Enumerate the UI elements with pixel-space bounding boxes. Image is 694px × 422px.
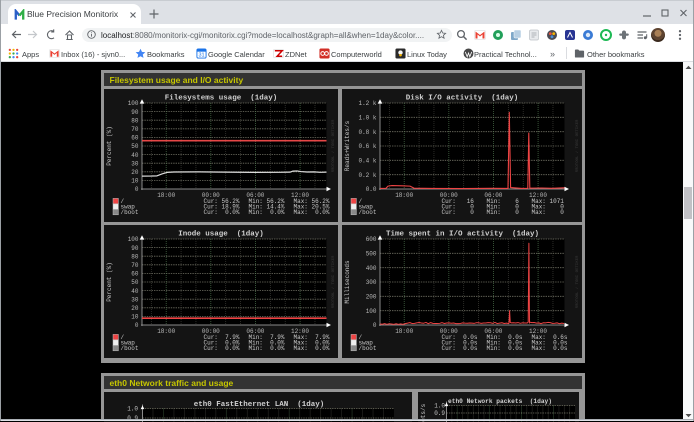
svg-text:18:00: 18:00 — [157, 192, 175, 199]
svg-text:Time spent in I/O activity (1: Time spent in I/O activity (1day) — [385, 231, 538, 239]
svg-text:80: 80 — [131, 117, 139, 124]
svg-text:Min: 0.0s: Min: 0.0s — [486, 345, 522, 352]
svg-text:Percent (%): Percent (%) — [106, 126, 113, 166]
svg-text:Max: 0.0%: Max: 0.0% — [293, 209, 329, 216]
svg-text:20: 20 — [131, 305, 139, 312]
svg-text:0.9: 0.9 — [434, 410, 445, 417]
svg-text:Max: 0.0s: Max: 0.0s — [531, 345, 567, 352]
svg-text:Percent (%): Percent (%) — [106, 262, 113, 302]
svg-text:90: 90 — [131, 108, 139, 115]
svg-text:30: 30 — [131, 160, 139, 167]
svg-text:Cur: 0.0%: Cur: 0.0% — [203, 345, 239, 352]
svg-text:80: 80 — [131, 253, 139, 260]
svg-text:30: 30 — [131, 296, 139, 303]
svg-text:70: 70 — [131, 126, 139, 133]
svg-text:Milliseconds: Milliseconds — [344, 260, 351, 304]
svg-text:/boot: /boot — [120, 345, 138, 352]
svg-text:1.2 k: 1.2 k — [358, 100, 376, 107]
svg-text:1.0 k: 1.0 k — [358, 114, 376, 121]
svg-text:/boot: /boot — [120, 209, 138, 216]
svg-text:18:00: 18:00 — [157, 328, 175, 335]
svg-text:10: 10 — [131, 314, 139, 321]
svg-text:500: 500 — [365, 251, 376, 258]
svg-text:50: 50 — [131, 279, 139, 286]
svg-text:60: 60 — [131, 271, 139, 278]
svg-text:31: 31 — [198, 52, 204, 58]
svg-text:RRDTOOL / TOBI OETIKER: RRDTOOL / TOBI OETIKER — [331, 118, 336, 171]
svg-text:300: 300 — [365, 279, 376, 286]
svg-text:Inode usage (1day): Inode usage (1day) — [178, 231, 264, 239]
svg-text:100: 100 — [365, 308, 376, 315]
svg-text:600: 600 — [365, 236, 376, 243]
svg-text:/boot: /boot — [358, 345, 376, 352]
svg-text:Min: 0.0%: Min: 0.0% — [248, 345, 284, 352]
svg-text:Min: 0: Min: 0 — [486, 209, 519, 216]
svg-text:/boot: /boot — [358, 209, 376, 216]
svg-text:0: 0 — [134, 322, 138, 329]
svg-text:70: 70 — [131, 262, 139, 269]
svg-text:18:00: 18:00 — [395, 328, 413, 335]
svg-text:Cur: 0: Cur: 0 — [441, 209, 474, 216]
svg-text:RRDTOOL / TOBI OETIKER: RRDTOOL / TOBI OETIKER — [331, 255, 336, 308]
svg-text:Cur: 0.0s: Cur: 0.0s — [441, 345, 477, 352]
svg-text:60: 60 — [131, 134, 139, 141]
svg-text:Min: 0.0%: Min: 0.0% — [248, 209, 284, 216]
svg-text:0: 0 — [372, 322, 376, 329]
svg-text:90: 90 — [131, 245, 139, 252]
svg-text:400: 400 — [365, 265, 376, 272]
svg-text:0.4 k: 0.4 k — [358, 157, 376, 164]
svg-text:Max: 0: Max: 0 — [531, 209, 564, 216]
svg-text:0.2 k: 0.2 k — [358, 171, 376, 178]
svg-text:18:00: 18:00 — [395, 192, 413, 199]
svg-text:40: 40 — [131, 288, 139, 295]
svg-text:Filesystems usage (1day): Filesystems usage (1day) — [164, 94, 277, 102]
svg-text:0.6 k: 0.6 k — [358, 143, 376, 150]
svg-text:40: 40 — [131, 151, 139, 158]
svg-text:50: 50 — [131, 143, 139, 150]
svg-text:0: 0 — [134, 186, 138, 193]
svg-text:1.0: 1.0 — [434, 402, 445, 409]
svg-text:20: 20 — [131, 169, 139, 176]
svg-text:0.8 k: 0.8 k — [358, 128, 376, 135]
svg-text:200: 200 — [365, 294, 376, 301]
svg-text:0.0: 0.0 — [365, 186, 376, 193]
svg-text:RRDTOOL / TOBI OETIKER: RRDTOOL / TOBI OETIKER — [575, 255, 580, 308]
svg-text:1.0: 1.0 — [127, 405, 138, 412]
svg-text:10: 10 — [131, 177, 139, 184]
svg-text:eth0 FastEthernet LAN (1day): eth0 FastEthernet LAN (1day) — [193, 401, 324, 409]
svg-text:Disk I/O activity (1day): Disk I/O activity (1day) — [405, 94, 518, 102]
svg-text:RRDTOOL / TOBI OETIKER: RRDTOOL / TOBI OETIKER — [575, 118, 580, 171]
svg-text:100: 100 — [127, 100, 138, 107]
svg-text:eth0 Network packets (1day): eth0 Network packets (1day) — [448, 398, 552, 405]
svg-text:100: 100 — [127, 236, 138, 243]
svg-text:Max: 0.0%: Max: 0.0% — [293, 345, 329, 352]
svg-text:Reads+Writes/s: Reads+Writes/s — [344, 120, 351, 171]
svg-text:Cur: 0.0%: Cur: 0.0% — [203, 209, 239, 216]
